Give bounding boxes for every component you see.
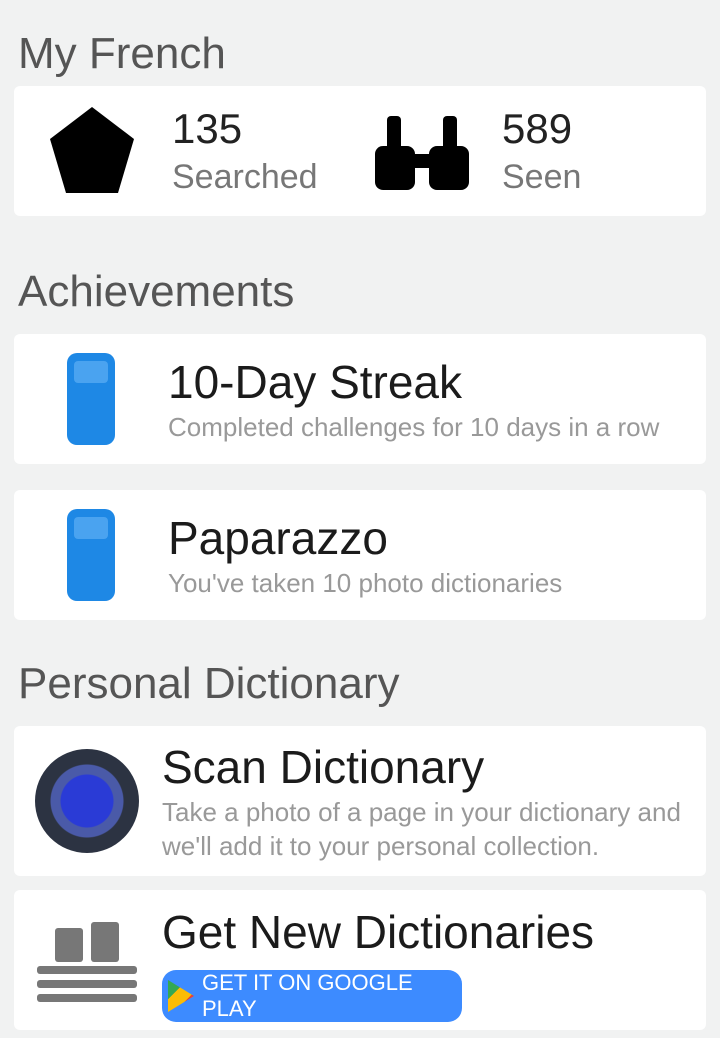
personal-dictionary-section: Personal Dictionary Scan Dictionary Take… bbox=[0, 652, 720, 1030]
stats-card: 135 Searched 589 Seen bbox=[14, 86, 706, 216]
google-play-button[interactable]: GET IT ON GOOGLE PLAY bbox=[162, 970, 462, 1022]
achievements-heading: Achievements bbox=[18, 267, 295, 316]
scan-icon bbox=[35, 749, 139, 853]
my-french-heading: My French bbox=[18, 29, 226, 78]
achievement-subtitle: You've taken 10 photo dictionaries bbox=[168, 568, 563, 598]
phone-icon bbox=[67, 353, 115, 445]
stat-seen[interactable]: 589 Seen bbox=[360, 96, 706, 206]
stat-searched-label: Searched bbox=[172, 158, 318, 196]
binoculars-icon bbox=[362, 96, 482, 206]
star-icon bbox=[32, 96, 152, 206]
phone-icon bbox=[67, 509, 115, 601]
google-play-icon bbox=[168, 980, 194, 1012]
scan-dictionary-title: Scan Dictionary bbox=[162, 741, 485, 793]
achievement-title: 10-Day Streak bbox=[168, 356, 463, 408]
stat-seen-label: Seen bbox=[502, 158, 582, 196]
my-french-section: My French 135 Searched 589 Seen bbox=[0, 22, 720, 216]
stat-searched[interactable]: 135 Searched bbox=[14, 96, 360, 206]
achievement-subtitle: Completed challenges for 10 days in a ro… bbox=[168, 412, 660, 442]
get-new-dictionaries-card[interactable]: Get New Dictionaries GET IT ON GOOGLE PL… bbox=[14, 890, 706, 1030]
get-new-dictionaries-title: Get New Dictionaries bbox=[162, 906, 595, 958]
scan-dictionary-card[interactable]: Scan Dictionary Take a photo of a page i… bbox=[14, 726, 706, 876]
achievement-10-day-streak[interactable]: 10-Day Streak Completed challenges for 1… bbox=[14, 334, 706, 464]
achievement-title: Paparazzo bbox=[168, 512, 388, 564]
scan-dictionary-subtitle: Take a photo of a page in your dictionar… bbox=[162, 797, 681, 861]
achievements-section: Achievements 10-Day Streak Completed cha… bbox=[0, 260, 720, 620]
achievement-paparazzo[interactable]: Paparazzo You've taken 10 photo dictiona… bbox=[14, 490, 706, 620]
google-play-label: GET IT ON GOOGLE PLAY bbox=[202, 970, 413, 1021]
stat-searched-value: 135 bbox=[172, 105, 243, 152]
books-icon bbox=[37, 922, 137, 1002]
personal-dictionary-heading: Personal Dictionary bbox=[18, 659, 400, 708]
stat-seen-value: 589 bbox=[502, 105, 573, 152]
